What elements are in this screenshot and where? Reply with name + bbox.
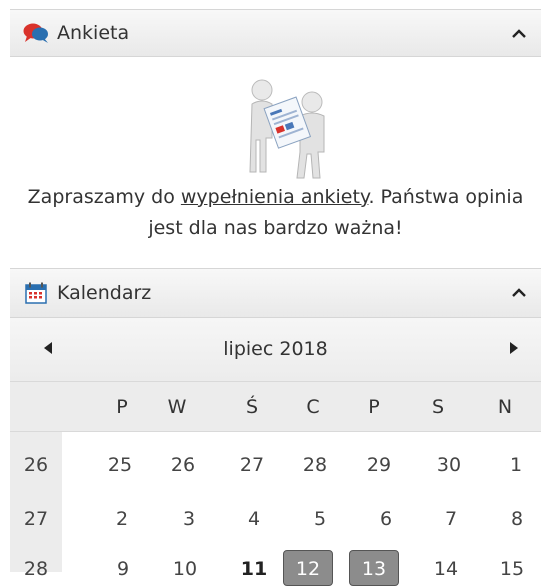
calendar-panel-header[interactable]: Kalendarz <box>10 268 541 318</box>
day-cell[interactable]: 7 <box>431 508 471 530</box>
survey-link[interactable]: wypełnienia ankiety <box>181 186 369 208</box>
survey-invitation-text: Zapraszamy do wypełnienia ankiety. Państ… <box>10 182 541 244</box>
day-cell[interactable]: 29 <box>359 454 399 476</box>
day-cell[interactable]: 30 <box>429 454 469 476</box>
speech-bubbles-icon <box>23 21 49 45</box>
day-cell[interactable]: 3 <box>169 508 209 530</box>
day-cell[interactable]: 26 <box>163 454 203 476</box>
day-cell[interactable]: 5 <box>300 508 340 530</box>
day-cell[interactable]: 1 <box>496 454 536 476</box>
weekday-label: N <box>497 396 513 418</box>
weekday-label: Ś <box>245 396 259 418</box>
highlighted-day-cell[interactable]: 13 <box>354 558 394 580</box>
day-cell[interactable]: 2 <box>102 508 142 530</box>
today-day-cell[interactable]: 11 <box>234 558 274 580</box>
week-number: 28 <box>23 558 49 580</box>
day-cell[interactable]: 9 <box>103 558 143 580</box>
chevron-up-icon[interactable] <box>509 283 529 303</box>
day-cell[interactable]: 15 <box>492 558 532 580</box>
day-cell[interactable]: 4 <box>234 508 274 530</box>
month-title: lipiec 2018 <box>223 338 328 360</box>
weekday-label: W <box>167 396 187 418</box>
week-number: 26 <box>23 454 49 476</box>
month-navigation: lipiec 2018 <box>10 318 541 382</box>
weekday-label: P <box>368 396 380 418</box>
weekday-label: C <box>306 396 320 418</box>
survey-panel-title: Ankieta <box>57 22 130 44</box>
survey-panel-body: Zapraszamy do wypełnienia ankiety. Państ… <box>10 58 541 268</box>
day-cell[interactable]: 28 <box>295 454 335 476</box>
day-cell[interactable]: 10 <box>165 558 205 580</box>
day-cell[interactable]: 25 <box>100 454 140 476</box>
next-month-arrow-icon[interactable] <box>510 342 518 354</box>
day-cell[interactable]: 14 <box>426 558 466 580</box>
day-cell[interactable]: 27 <box>232 454 272 476</box>
week-number: 27 <box>23 508 49 530</box>
survey-text-start: Zapraszamy do <box>27 186 181 208</box>
day-cell[interactable]: 8 <box>497 508 537 530</box>
week-number-column <box>10 432 62 572</box>
chevron-up-icon[interactable] <box>509 24 529 44</box>
weekday-label: S <box>431 396 445 418</box>
day-cell[interactable]: 6 <box>366 508 406 530</box>
weekday-header-row: P W Ś C P S N <box>10 382 541 432</box>
survey-people-illustration <box>249 79 325 179</box>
calendar-icon <box>23 281 49 305</box>
weekday-label: P <box>116 396 128 418</box>
highlighted-day-cell[interactable]: 12 <box>288 558 328 580</box>
calendar-panel-title: Kalendarz <box>57 282 152 304</box>
survey-panel-header[interactable]: Ankieta <box>10 9 541 57</box>
